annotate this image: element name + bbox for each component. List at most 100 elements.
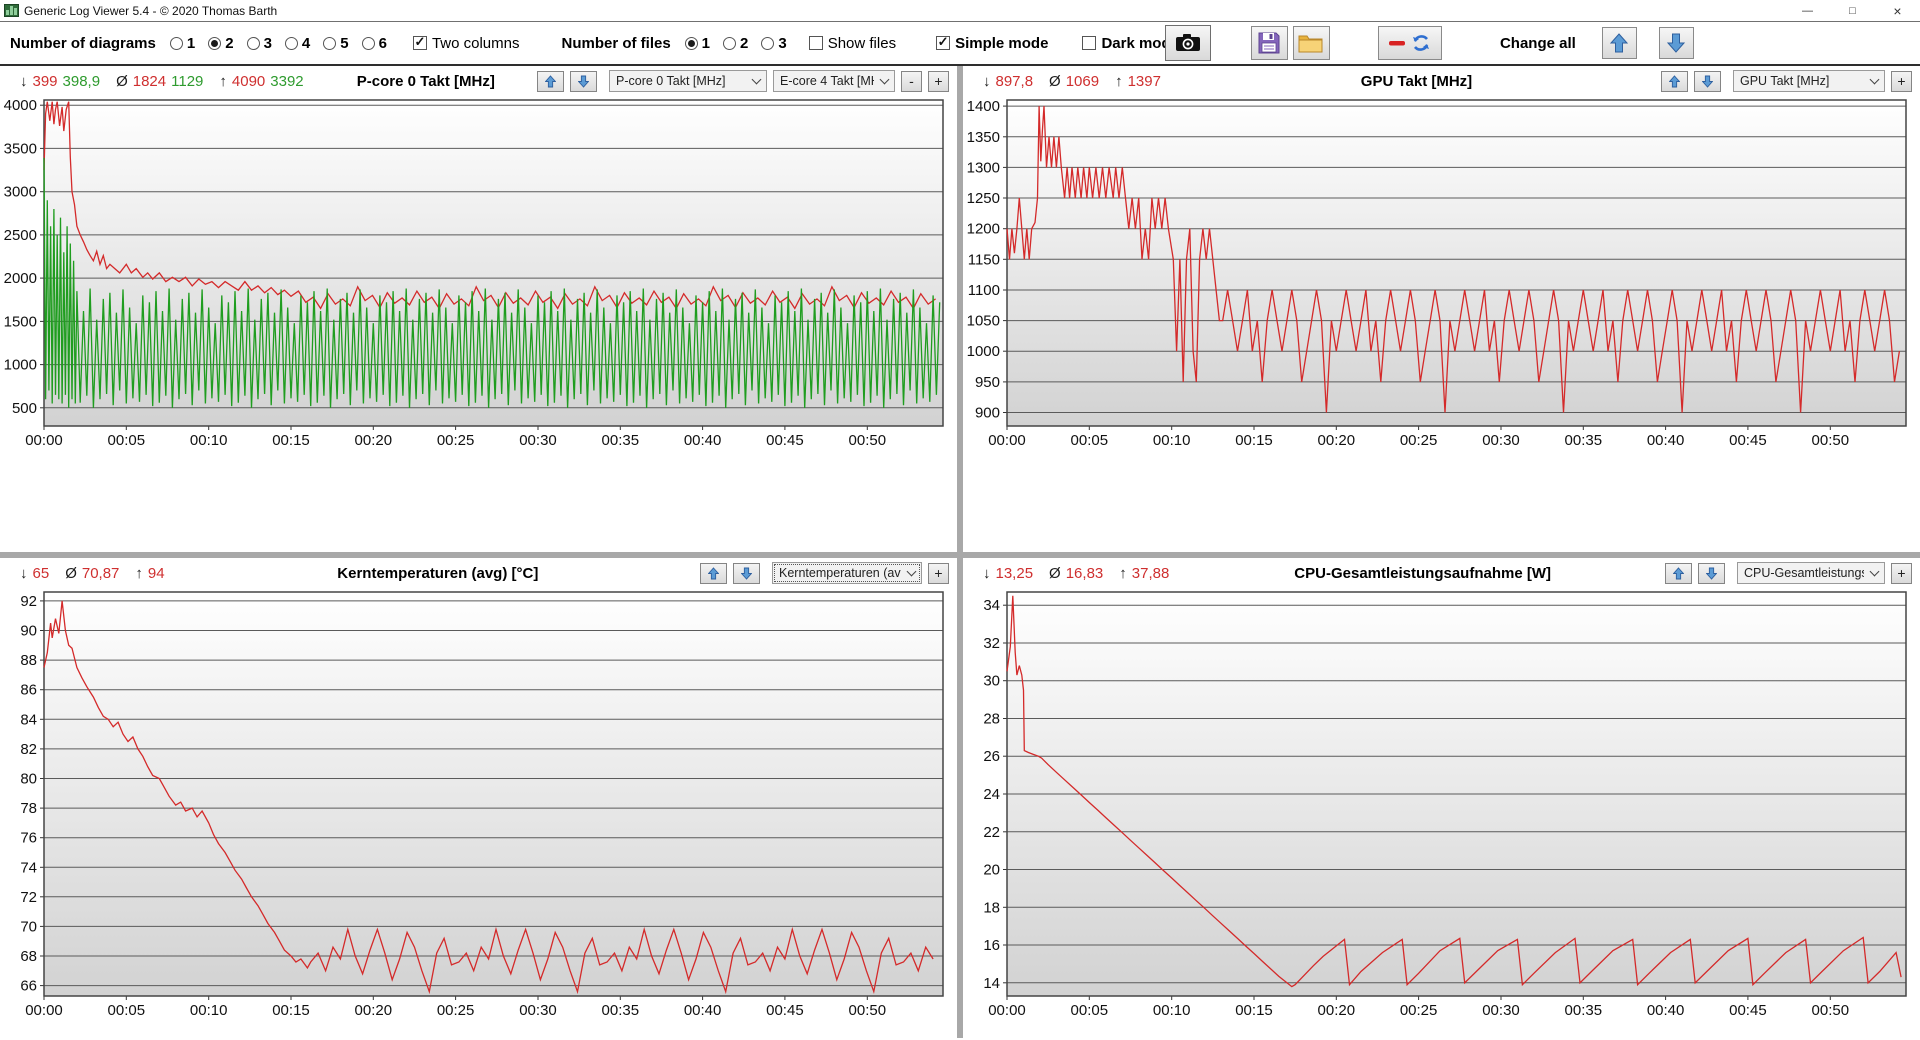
svg-text:80: 80 <box>20 771 37 788</box>
svg-text:00:20: 00:20 <box>355 1002 393 1019</box>
avg-glyph: Ø <box>1049 564 1061 582</box>
radio-selected-icon <box>208 36 222 50</box>
pcore-chart-title: P-core 0 Takt [MHz] <box>356 72 495 90</box>
number-of-diagrams-label: Number of diagrams <box>10 34 156 52</box>
max-value: 37,88 <box>1131 564 1170 582</box>
svg-text:00:35: 00:35 <box>602 1002 640 1019</box>
pcore-remove-series-button[interactable]: - <box>901 70 922 92</box>
diagrams-radio-3[interactable]: 3 <box>246 35 272 52</box>
save-button[interactable] <box>1250 26 1288 60</box>
files-radio-2[interactable]: 2 <box>723 35 748 52</box>
avg-value: 16,83 <box>1065 564 1104 582</box>
gpu-add-series-button[interactable]: + <box>1891 70 1912 92</box>
svg-text:00:45: 00:45 <box>766 432 804 449</box>
min-value: 897,8 <box>995 72 1034 90</box>
power-chart-plot[interactable]: 14 16 18 20 22 24 26 28 30 32 34 00:00 00:05 00:10 00:… <box>963 588 1920 1022</box>
app-icon <box>4 4 19 17</box>
screenshot-button[interactable] <box>1164 25 1211 61</box>
change-all-up-button[interactable] <box>1601 27 1637 59</box>
diagrams-radio-5[interactable]: 5 <box>323 35 349 52</box>
camera-icon <box>1175 34 1200 51</box>
diagrams-radio-1[interactable]: 1 <box>169 35 195 52</box>
diagrams-radio-6[interactable]: 6 <box>361 35 387 52</box>
change-all-down-button[interactable] <box>1658 27 1694 59</box>
svg-text:1050: 1050 <box>967 313 1000 330</box>
svg-text:1350: 1350 <box>967 129 1000 146</box>
pcore-move-up-button[interactable] <box>537 70 564 92</box>
svg-text:00:25: 00:25 <box>437 432 475 449</box>
pcore-add-series-button[interactable]: + <box>928 70 949 92</box>
chevron-down-icon <box>1869 74 1880 84</box>
show-files-checkbox[interactable]: Show files <box>808 35 896 52</box>
panel-gpu-takt: ↓ 897,8 Ø 1069 ↑ 1397 GPU Takt [MHz] GPU Ta… <box>963 66 1920 552</box>
gpu-move-up-button[interactable] <box>1661 70 1688 92</box>
checkbox-unchecked-icon <box>1082 36 1097 50</box>
svg-text:00:20: 00:20 <box>1318 1002 1356 1019</box>
files-radio-1[interactable]: 1 <box>684 35 710 52</box>
power-move-down-button[interactable] <box>1698 562 1725 584</box>
svg-text:22: 22 <box>983 824 1000 841</box>
avg-value-red: 1824 <box>132 72 167 90</box>
radio-icon <box>361 36 375 50</box>
reset-refresh-button[interactable] <box>1377 26 1442 60</box>
maximize-button[interactable]: □ <box>1830 0 1875 21</box>
svg-text:00:10: 00:10 <box>1153 432 1191 449</box>
radio-icon <box>169 36 183 50</box>
checkbox-checked-icon <box>412 36 427 50</box>
minimize-button[interactable]: — <box>1785 0 1830 21</box>
svg-text:00:15: 00:15 <box>272 1002 310 1019</box>
svg-text:500: 500 <box>12 400 37 417</box>
svg-text:00:05: 00:05 <box>1071 1002 1109 1019</box>
svg-text:00:05: 00:05 <box>1071 432 1109 449</box>
avg-glyph: Ø <box>65 564 77 582</box>
power-chart-title: CPU-Gesamtleistungsaufnahme [W] <box>1294 564 1551 582</box>
svg-text:24: 24 <box>983 786 1000 803</box>
gpu-chart-plot[interactable]: 900 950 1000 1050 1100 1150 1200 1250 1300 1350 14… <box>963 96 1920 452</box>
gpu-series-select[interactable]: GPU Takt [MHz] <box>1733 70 1885 92</box>
gpu-chart-title: GPU Takt [MHz] <box>1360 72 1473 90</box>
gpu-move-down-button[interactable] <box>1694 70 1721 92</box>
svg-text:26: 26 <box>983 748 1000 765</box>
svg-text:1250: 1250 <box>967 190 1000 207</box>
pcore-series2-select[interactable]: E-core 4 Takt [MHz] <box>773 70 895 92</box>
files-radio-3[interactable]: 3 <box>761 35 787 52</box>
svg-text:1100: 1100 <box>968 282 1000 299</box>
pcore-move-down-button[interactable] <box>570 70 597 92</box>
diagrams-radio-4[interactable]: 4 <box>284 35 310 52</box>
diagrams-radio-2[interactable]: 2 <box>208 35 234 52</box>
pcore-chart-header: ↓ 399 398,9 Ø 1824 1129 ↑ 4090 3392 P-core 0 T… <box>0 66 957 96</box>
pcore-series1-select[interactable]: P-core 0 Takt [MHz] <box>609 70 767 92</box>
power-add-series-button[interactable]: + <box>1891 562 1912 584</box>
svg-text:86: 86 <box>20 682 37 699</box>
checkbox-checked-icon <box>936 36 951 50</box>
svg-text:72: 72 <box>20 889 37 906</box>
simple-mode-checkbox[interactable]: Simple mode <box>936 35 1048 52</box>
two-columns-checkbox[interactable]: Two columns <box>412 35 519 52</box>
power-series-select[interactable]: CPU-Gesamtleistungsaufnahme [W] <box>1737 562 1885 584</box>
svg-text:00:25: 00:25 <box>1400 432 1438 449</box>
svg-text:00:10: 00:10 <box>1153 1002 1191 1019</box>
svg-text:88: 88 <box>20 652 37 669</box>
svg-text:20: 20 <box>983 862 1000 879</box>
temps-move-up-button[interactable] <box>700 562 727 584</box>
svg-text:00:45: 00:45 <box>1729 432 1767 449</box>
file-count-radio-group: 1 2 3 <box>684 35 787 52</box>
svg-text:00:15: 00:15 <box>1235 1002 1273 1019</box>
down-arrow-icon <box>1706 567 1717 580</box>
open-folder-button[interactable] <box>1292 26 1330 60</box>
svg-text:950: 950 <box>975 374 1000 391</box>
temps-chart-plot[interactable]: 66 68 70 72 74 76 78 80 82 84 86 88 90 92 00:00 00:05 00… <box>0 588 957 1022</box>
svg-text:00:50: 00:50 <box>849 1002 887 1019</box>
close-button[interactable]: × <box>1875 0 1920 21</box>
temps-series-select[interactable]: Kerntemperaturen (avg) [°C] <box>772 562 922 584</box>
svg-text:00:35: 00:35 <box>1565 432 1603 449</box>
up-arrow-icon <box>708 566 719 579</box>
temps-move-down-button[interactable] <box>733 562 760 584</box>
red-line-refresh-icon <box>1388 35 1429 51</box>
svg-text:00:30: 00:30 <box>1482 432 1520 449</box>
up-arrow-icon <box>1610 33 1629 53</box>
temps-add-series-button[interactable]: + <box>928 562 949 584</box>
max-glyph: ↑ <box>219 72 227 90</box>
pcore-chart-plot[interactable]: 500 1000 1500 2000 2500 3000 3500 4000 00:00 00:0… <box>0 96 957 452</box>
power-move-up-button[interactable] <box>1665 562 1692 584</box>
